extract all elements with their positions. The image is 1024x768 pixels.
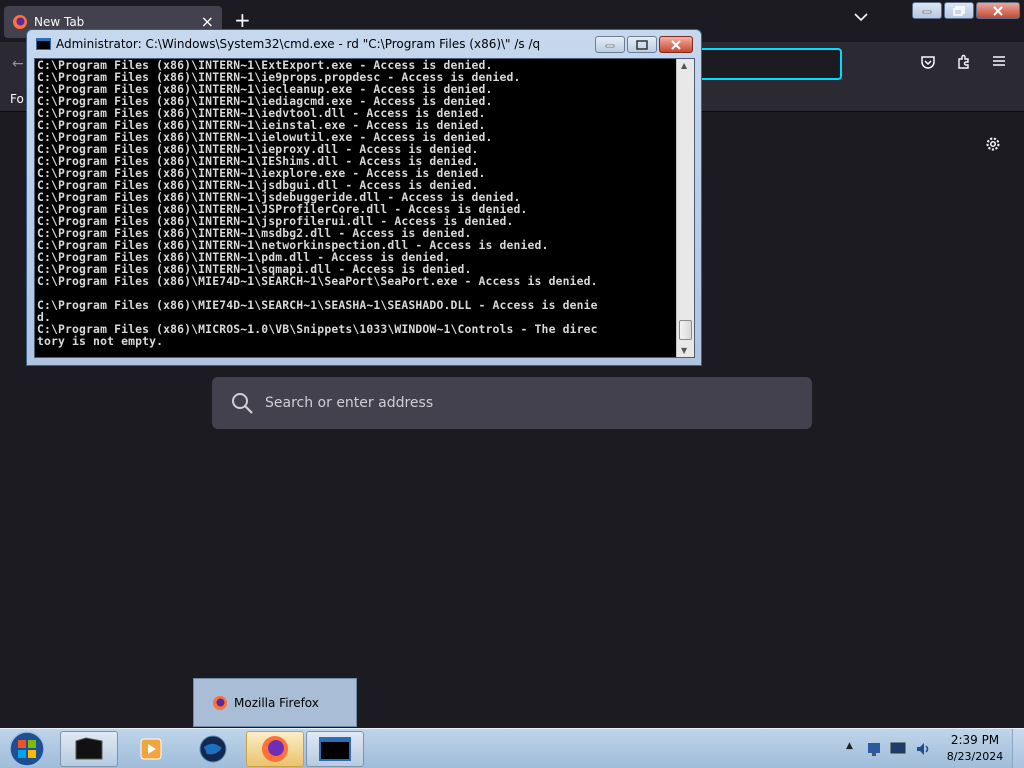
taskbar-item-cmd[interactable] [306,731,364,767]
minimize-icon [922,10,932,13]
scroll-down-icon[interactable]: ▼ [681,346,687,355]
cmd-close-button[interactable] [659,36,693,53]
volume-icon[interactable] [914,740,932,758]
url-bar[interactable] [696,48,842,80]
taskbar-item-firefox[interactable] [246,731,304,767]
cmd-minimize-button[interactable] [595,36,625,53]
clock-date: 8/23/2024 [946,750,1004,763]
scrollbar-thumb[interactable] [679,320,692,340]
restore-button[interactable] [944,2,974,19]
bookmark-item[interactable]: Fo [10,92,24,106]
newtab-search-box[interactable]: Search or enter address [212,377,812,429]
globe-icon [199,735,227,763]
gear-icon[interactable] [984,135,1002,153]
taskbar-item-globe[interactable] [184,731,242,767]
console-line: tory is not empty. [37,334,164,348]
list-all-tabs-icon[interactable] [854,12,868,22]
minimize-icon [605,44,615,47]
close-button[interactable] [976,2,1020,19]
taskbar-item-media-player[interactable] [122,731,180,767]
popup-label: Mozilla Firefox [234,696,319,710]
media-player-icon [140,738,162,760]
start-button[interactable] [6,730,48,768]
window-controls [912,2,1020,19]
tab-title: New Tab [34,15,85,29]
scroll-up-icon[interactable]: ▲ [681,61,687,70]
cmd-window-title: Administrator: C:\Windows\System32\cmd.e… [56,37,541,51]
show-desktop-button[interactable] [1012,729,1024,768]
firefox-icon [213,696,227,710]
close-icon [993,5,1003,16]
clock-time: 2:39 PM [950,733,1000,747]
taskbar-item-files[interactable] [60,731,118,767]
show-hidden-icons-arrow[interactable]: ▲ [846,741,853,751]
console-scrollbar[interactable]: ▲ ▼ [676,59,694,357]
firefox-icon [262,736,288,762]
monitor-icon[interactable] [890,741,906,757]
folder-icon [75,737,103,760]
search-icon [232,393,253,414]
console-output[interactable]: C:\Program Files (x86)\INTERN~1\ExtExpor… [34,58,695,358]
console-icon [319,737,351,761]
extensions-icon[interactable] [956,54,972,70]
cmd-title-bar[interactable]: Administrator: C:\Windows\System32\cmd.e… [27,30,701,58]
console-text: C:\Program Files (x86)\INTERN~1\ExtExpor… [37,59,674,347]
taskbar: ▲ 2:39 PM 8/23/2024 [0,728,1024,768]
menu-icon[interactable] [992,54,1006,68]
console-line: C:\Program Files (x86)\MIE74D~1\SEARCH~1… [37,298,598,312]
cmd-window[interactable]: Administrator: C:\Windows\System32\cmd.e… [26,29,702,366]
restore-icon [953,5,965,16]
pocket-icon[interactable] [920,54,936,70]
minimize-button[interactable] [912,2,942,19]
search-placeholder: Search or enter address [265,395,434,411]
taskbar-clock[interactable]: 2:39 PM 8/23/2024 [936,733,1014,763]
cmd-maximize-button[interactable] [627,36,657,53]
maximize-icon [636,39,648,50]
console-icon [36,38,51,50]
back-arrow-icon[interactable]: ← [12,56,24,72]
firefox-icon [13,15,27,29]
cmd-window-controls [595,36,693,53]
taskbar-thumbnail-popup[interactable]: Mozilla Firefox [193,678,357,727]
console-line: C:\Program Files (x86)\MIE74D~1\SEARCH~1… [37,274,598,288]
network-icon[interactable] [866,741,882,757]
close-icon [671,39,681,50]
